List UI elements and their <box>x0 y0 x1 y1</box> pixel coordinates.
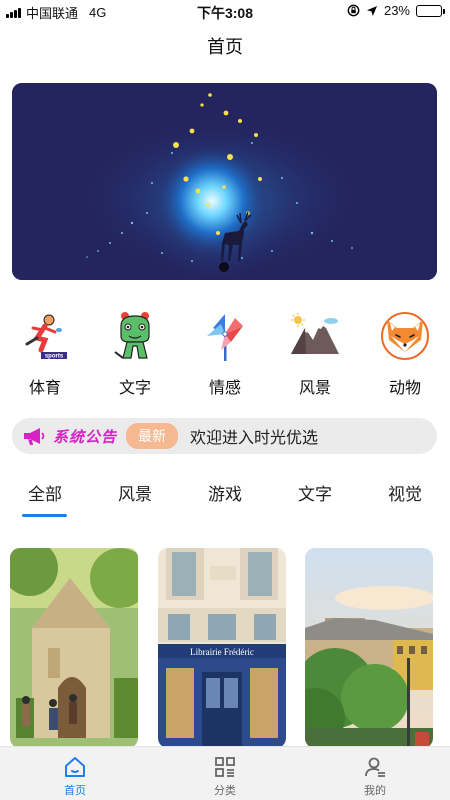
page-title: 首页 <box>207 37 243 57</box>
category-emotion[interactable]: 情感 <box>180 310 270 398</box>
category-label: 情感 <box>208 380 241 397</box>
status-right: 23% <box>347 3 445 18</box>
banner-carousel[interactable] <box>12 83 437 280</box>
banner-image <box>12 83 437 280</box>
location-icon <box>366 5 377 16</box>
bottom-tab-bar: 首页 分类 我的 <box>0 746 450 800</box>
announcement-message: 欢迎进入时光优选 <box>190 430 319 447</box>
category-grid: sports 体育 文字 情感 风景 动物 <box>0 310 450 398</box>
category-label: 动物 <box>388 380 421 397</box>
announcement-bar[interactable]: 系统公告 最新 欢迎进入时光优选 <box>12 418 437 454</box>
category-animal[interactable]: 动物 <box>360 310 450 398</box>
tab-text[interactable]: 文字 <box>280 480 350 505</box>
svg-text:sports: sports <box>45 354 64 360</box>
pinwheel-icon <box>207 314 243 361</box>
tabbar-profile[interactable]: 我的 <box>335 755 415 798</box>
sports-icon: sports <box>25 314 67 360</box>
tabbar-label: 分类 <box>214 785 236 797</box>
tabbar-label: 我的 <box>364 785 386 797</box>
category-label: 风景 <box>298 380 331 397</box>
active-tab-indicator <box>22 514 67 517</box>
content-tabs: 全部 风景 游戏 文字 视觉 <box>0 480 450 520</box>
tab-all[interactable]: 全部 <box>10 480 80 505</box>
category-scenery[interactable]: 风景 <box>270 310 360 398</box>
tab-scenery[interactable]: 风景 <box>100 480 170 505</box>
fox-icon <box>381 312 429 360</box>
content-card[interactable] <box>305 548 433 748</box>
status-bar: 中国联通 4G 下午3:08 23% <box>0 0 450 22</box>
dinosaur-icon <box>114 312 150 359</box>
tabbar-label: 首页 <box>64 785 86 797</box>
tab-games[interactable]: 游戏 <box>190 480 260 505</box>
rotation-lock-icon <box>347 4 360 17</box>
bookshop-sign: Librairie Frédéric <box>190 647 254 657</box>
category-label: 体育 <box>28 380 61 397</box>
content-card[interactable] <box>10 548 138 748</box>
mountain-icon <box>291 313 339 354</box>
tabbar-home[interactable]: 首页 <box>35 755 115 798</box>
content-card[interactable]: Librairie Frédéric <box>158 548 286 748</box>
user-icon <box>365 757 385 777</box>
category-label: 文字 <box>118 380 151 397</box>
tab-visual[interactable]: 视觉 <box>370 480 440 505</box>
card-image-bookshop: Librairie Frédéric <box>158 548 286 748</box>
megaphone-icon <box>24 428 45 445</box>
new-badge: 最新 <box>126 423 179 449</box>
battery-percent: 23% <box>383 3 410 18</box>
battery-icon <box>416 4 445 17</box>
card-image-chapel <box>10 548 138 748</box>
category-text[interactable]: 文字 <box>90 310 180 398</box>
tabbar-category[interactable]: 分类 <box>185 755 265 798</box>
home-icon <box>65 757 85 777</box>
card-image-campus <box>305 548 433 748</box>
announcement-tag: 系统公告 <box>53 428 118 446</box>
grid-icon <box>215 757 235 777</box>
category-sports[interactable]: sports 体育 <box>0 310 90 398</box>
